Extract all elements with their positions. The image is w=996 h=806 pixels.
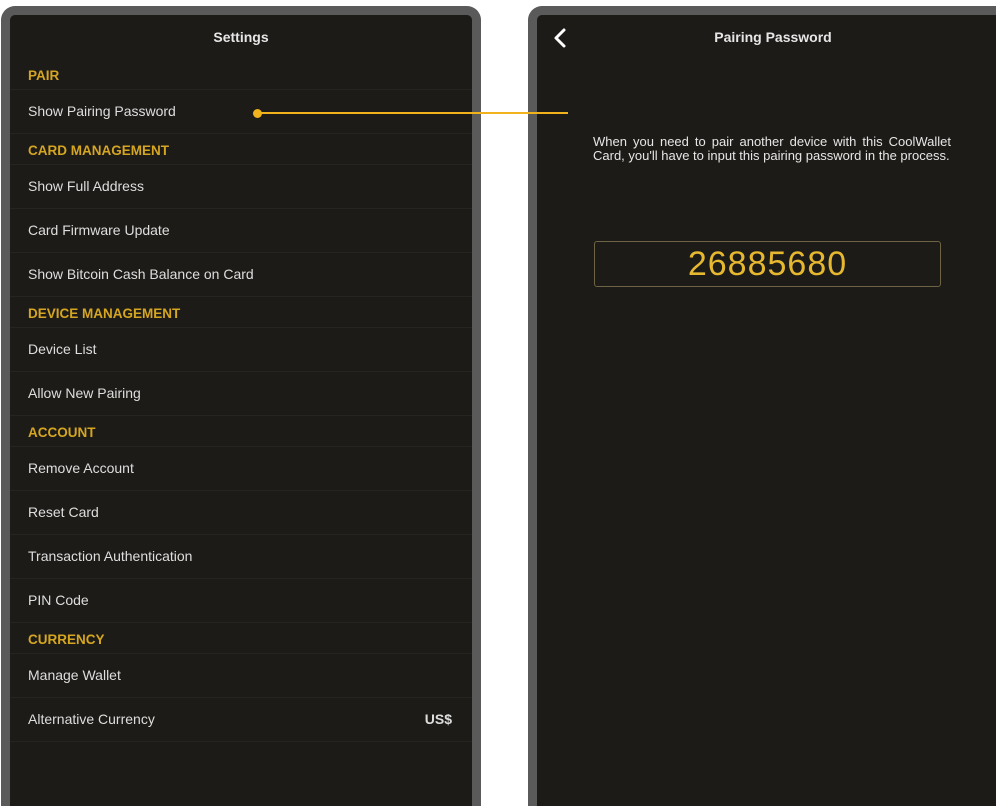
settings-item-card-firmware-update[interactable]: Card Firmware Update <box>10 209 472 253</box>
settings-item-label: Manage Wallet <box>28 667 121 683</box>
callout-connector-line <box>258 112 568 114</box>
settings-item-allow-new-pairing[interactable]: Allow New Pairing <box>10 372 472 416</box>
settings-item-alternative-currency[interactable]: Alternative Currency US$ <box>10 698 472 742</box>
page-title: Pairing Password <box>714 29 832 45</box>
settings-item-label: Remove Account <box>28 460 134 476</box>
settings-item-device-list[interactable]: Device List <box>10 328 472 372</box>
settings-item-label: Alternative Currency <box>28 711 155 727</box>
settings-item-reset-card[interactable]: Reset Card <box>10 491 472 535</box>
page-title: Settings <box>213 29 269 45</box>
settings-item-manage-wallet[interactable]: Manage Wallet <box>10 654 472 698</box>
settings-item-label: Allow New Pairing <box>28 385 141 401</box>
settings-item-label: Show Bitcoin Cash Balance on Card <box>28 266 254 282</box>
settings-screen: Settings PAIR Show Pairing Password CARD M… <box>1 6 481 806</box>
settings-item-label: Transaction Authentication <box>28 548 193 564</box>
section-header-card-management: CARD MANAGEMENT <box>10 134 472 165</box>
section-header-account: ACCOUNT <box>10 416 472 447</box>
settings-item-show-full-address[interactable]: Show Full Address <box>10 165 472 209</box>
settings-item-transaction-authentication[interactable]: Transaction Authentication <box>10 535 472 579</box>
settings-item-value: US$ <box>424 711 452 727</box>
settings-item-remove-account[interactable]: Remove Account <box>10 447 472 491</box>
settings-item-label: Reset Card <box>28 504 99 520</box>
settings-item-label: Show Pairing Password <box>28 103 176 119</box>
pairing-password-screen: Pairing Password When you need to pair a… <box>528 6 996 806</box>
pairing-password-display: 26885680 <box>594 241 941 287</box>
settings-item-label: Card Firmware Update <box>28 222 170 238</box>
section-header-currency: CURRENCY <box>10 623 472 654</box>
settings-list: PAIR Show Pairing Password CARD MANAGEMENT… <box>10 59 472 742</box>
settings-item-pin-code[interactable]: PIN Code <box>10 579 472 623</box>
settings-item-label: PIN Code <box>28 592 89 608</box>
settings-item-label: Device List <box>28 341 97 357</box>
section-header-pair: PAIR <box>10 59 472 90</box>
settings-item-show-bitcoin-cash-balance-on-card[interactable]: Show Bitcoin Cash Balance on Card <box>10 253 472 297</box>
section-header-device-management: DEVICE MANAGEMENT <box>10 297 472 328</box>
pairing-description: When you need to pair another device wit… <box>593 134 951 163</box>
settings-item-label: Show Full Address <box>28 178 144 194</box>
